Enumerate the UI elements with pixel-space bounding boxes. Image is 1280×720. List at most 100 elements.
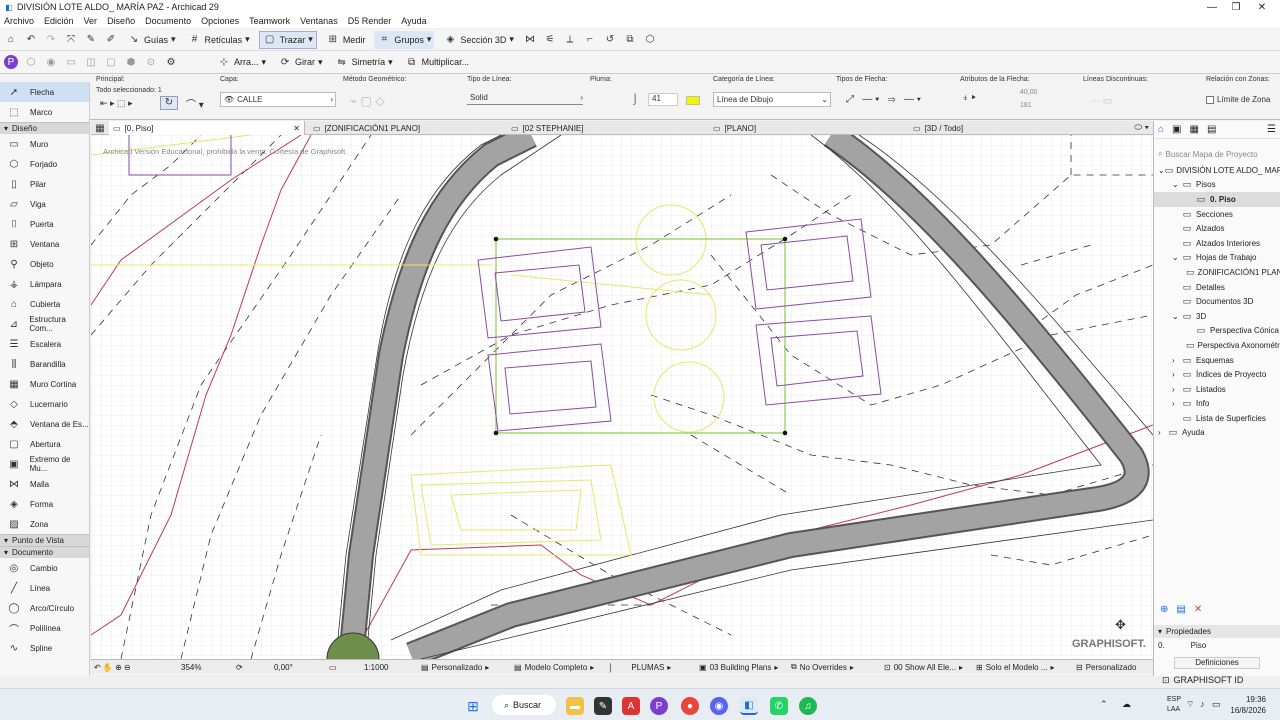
- box-icon[interactable]: ⬡: [24, 55, 38, 69]
- navigator-menu-icon[interactable]: ☰: [1267, 124, 1280, 135]
- tool-puerta[interactable]: ⌷ Puerta: [0, 214, 89, 234]
- pen-color-swatch[interactable]: [686, 96, 700, 105]
- tool-abertura[interactable]: ▢ Abertura: [0, 434, 89, 454]
- definitions-button[interactable]: Definiciones: [1174, 657, 1260, 669]
- arrow-types-icon[interactable]: ⤢ — ▾ ⇒ — ▾: [846, 94, 921, 105]
- start-icon[interactable]: ⊞: [464, 697, 482, 715]
- rotate-view-icon[interactable]: ⟳: [236, 661, 243, 673]
- tab-floor-plan[interactable]: ▭ [0. Piso] ✕: [109, 121, 305, 135]
- eyedropper-icon[interactable]: ✎: [84, 33, 98, 47]
- acrobat-icon[interactable]: A: [622, 697, 640, 715]
- properties-header[interactable]: ▾ Propiedades: [1154, 625, 1280, 638]
- tree-toggle-icon[interactable]: ›: [1172, 370, 1181, 379]
- tree-toggle-icon[interactable]: ›: [1172, 356, 1181, 365]
- menu-item-7[interactable]: Ventanas: [300, 16, 338, 26]
- layers-combo[interactable]: ▤ Personalizado ▸: [421, 661, 489, 673]
- tool-línea[interactable]: ╱ Línea: [0, 578, 89, 598]
- publisher-icon[interactable]: ▤: [1207, 124, 1216, 135]
- tree-item[interactable]: ▭Perspectiva Axonométrica: [1154, 338, 1280, 353]
- grids-button[interactable]: # Retículas ▾: [185, 31, 253, 49]
- tool-escalera[interactable]: ☰ Escalera: [0, 334, 89, 354]
- menu-item-8[interactable]: D5 Render: [348, 16, 392, 26]
- drawing-canvas[interactable]: Archicad Versión Educacional, prohibida …: [91, 135, 1153, 659]
- taskbar-search[interactable]: ⌕ Buscar: [492, 695, 556, 715]
- zone-boundary-checkbox[interactable]: Límite de Zona: [1206, 95, 1270, 104]
- arrow-options-icon[interactable]: ⇤ ▸ ⬚ ▸: [100, 98, 133, 109]
- tool-muro[interactable]: ▭ Muro: [0, 134, 89, 154]
- scale-icon[interactable]: ▭: [329, 661, 337, 673]
- tab-3d[interactable]: ▭ [3D / Todo]: [909, 121, 963, 135]
- navigation-compass-icon[interactable]: ✥: [1115, 618, 1126, 633]
- section-3d-button[interactable]: ◈ Sección 3D ▾: [440, 31, 517, 49]
- drag-button[interactable]: ⊹ Arra... ▾: [214, 53, 269, 71]
- tree-item[interactable]: ▭ZONIFICACIÓN1 PLANO (I...: [1154, 265, 1280, 280]
- tool-cambio[interactable]: ◎ Cambio: [0, 558, 89, 578]
- tree-toggle-icon[interactable]: ›: [1172, 385, 1181, 394]
- discord-icon[interactable]: ◉: [710, 697, 728, 715]
- tool-forjado[interactable]: ⬡ Forjado: [0, 154, 89, 174]
- section-diseno[interactable]: ▾ Diseño: [0, 122, 89, 134]
- tree-item[interactable]: ⌄ ▭ Hojas de Trabajo: [1154, 251, 1280, 266]
- render-icon[interactable]: ⊙: [144, 55, 158, 69]
- multiply-button[interactable]: ⧉ Multiplicar...: [402, 53, 473, 71]
- tool-marco[interactable]: ⬚ Marco: [0, 102, 89, 122]
- tree-toggle-icon[interactable]: ⌄: [1172, 312, 1181, 321]
- menu-item-1[interactable]: Edición: [44, 16, 74, 26]
- menu-item-9[interactable]: Ayuda: [401, 16, 426, 26]
- polyline-icon[interactable]: ⌒ ▾: [186, 96, 204, 111]
- menu-item-4[interactable]: Documento: [145, 16, 191, 26]
- section-documento[interactable]: ▾ Documento: [0, 546, 89, 558]
- new-item-icon[interactable]: ⊕: [1160, 604, 1168, 615]
- trace-button[interactable]: ▢ Trazar ▾: [258, 30, 317, 49]
- intersect-icon[interactable]: ⟂: [563, 33, 577, 47]
- home-icon[interactable]: ⌂: [4, 33, 18, 47]
- battery-icon[interactable]: ▭: [1212, 699, 1221, 710]
- geometry-methods-icon[interactable]: ⌁ ▢ ◇: [350, 94, 384, 108]
- sketch-app-icon[interactable]: ✎: [594, 697, 612, 715]
- project-map-icon[interactable]: ⌂: [1158, 124, 1164, 135]
- tree-item[interactable]: › ▭ Listados: [1154, 382, 1280, 397]
- tree-item[interactable]: › ▭ Ayuda: [1154, 426, 1280, 441]
- tool-lucernario[interactable]: ◇ Lucernario: [0, 394, 89, 414]
- navigator-search[interactable]: ⌕ Buscar Mapa de Proyecto: [1154, 147, 1280, 161]
- file-explorer-icon[interactable]: ▬: [566, 697, 584, 715]
- fillet-icon[interactable]: ⌐: [583, 33, 597, 47]
- cube3d-icon[interactable]: ⬢: [124, 55, 138, 69]
- archicad-taskbar-icon[interactable]: ◧: [740, 697, 758, 715]
- overrides-combo[interactable]: ⧉ No Overrides ▸: [791, 661, 854, 673]
- minimize-button[interactable]: —: [1200, 0, 1224, 14]
- rotate-button[interactable]: ⟳ Girar ▾: [275, 53, 326, 71]
- tree-item[interactable]: ▭ Alzados Interiores: [1154, 236, 1280, 251]
- menu-item-6[interactable]: Teamwork: [249, 16, 290, 26]
- arrow-attrs-icon[interactable]: ⍖ ▸: [962, 92, 976, 105]
- tool-extremo-de-mu[interactable]: ▣ Extremo de Mu...: [0, 454, 89, 474]
- view-map-icon[interactable]: ▣: [1172, 124, 1181, 135]
- menu-item-2[interactable]: Ver: [84, 16, 98, 26]
- tree-item[interactable]: ⌄ ▭ Pisos: [1154, 178, 1280, 193]
- magic-wand-icon[interactable]: ⚟: [543, 33, 557, 47]
- clock[interactable]: 19:36 16/8/2026: [1226, 694, 1266, 716]
- tray-chevron-icon[interactable]: ⌃: [1100, 699, 1108, 710]
- tool-viga[interactable]: ▱ Viga: [0, 194, 89, 214]
- tab-zonificacion[interactable]: ▭ [ZONIFICACIÓN1 PLANO]: [309, 121, 420, 135]
- solo-model-combo[interactable]: ⊞ Solo el Modelo ... ▸: [976, 661, 1055, 673]
- menu-item-3[interactable]: Diseño: [107, 16, 135, 26]
- settings-icon[interactable]: ⚙: [164, 55, 178, 69]
- sphere-icon[interactable]: ◉: [44, 55, 58, 69]
- tree-item[interactable]: › ▭ Índices de Proyecto: [1154, 367, 1280, 382]
- guides-button[interactable]: ↘ Guías ▾: [124, 31, 179, 49]
- groups-button[interactable]: ⌗ Grupos ▾: [374, 30, 435, 49]
- close-tab-icon[interactable]: ✕: [293, 124, 304, 133]
- status-nav-icons[interactable]: ↶ ✋ ⊕ ⊖: [94, 661, 131, 673]
- tree-item[interactable]: ⌄▭DIVISIÓN LOTE ALDO_ MARÍA PAZ: [1154, 163, 1280, 178]
- tool-flecha[interactable]: ➚ Flecha: [0, 82, 89, 102]
- snap-icon[interactable]: ⋈: [523, 33, 537, 47]
- wifi-icon[interactable]: ⌔: [1186, 699, 1194, 710]
- graphisoft-id-button[interactable]: ⊡ GRAPHISOFT ID: [1154, 673, 1280, 687]
- tree-item[interactable]: ▭ Detalles: [1154, 280, 1280, 295]
- maximize-button[interactable]: ❐: [1224, 0, 1248, 14]
- tool-ventana[interactable]: ⊞ Ventana: [0, 234, 89, 254]
- tree-item[interactable]: ▭ Perspectiva Cónica: [1154, 324, 1280, 339]
- tab-plano[interactable]: ▭ [PLANO]: [709, 121, 756, 135]
- model-view-combo[interactable]: ▤ Modelo Completo ▸: [514, 661, 594, 673]
